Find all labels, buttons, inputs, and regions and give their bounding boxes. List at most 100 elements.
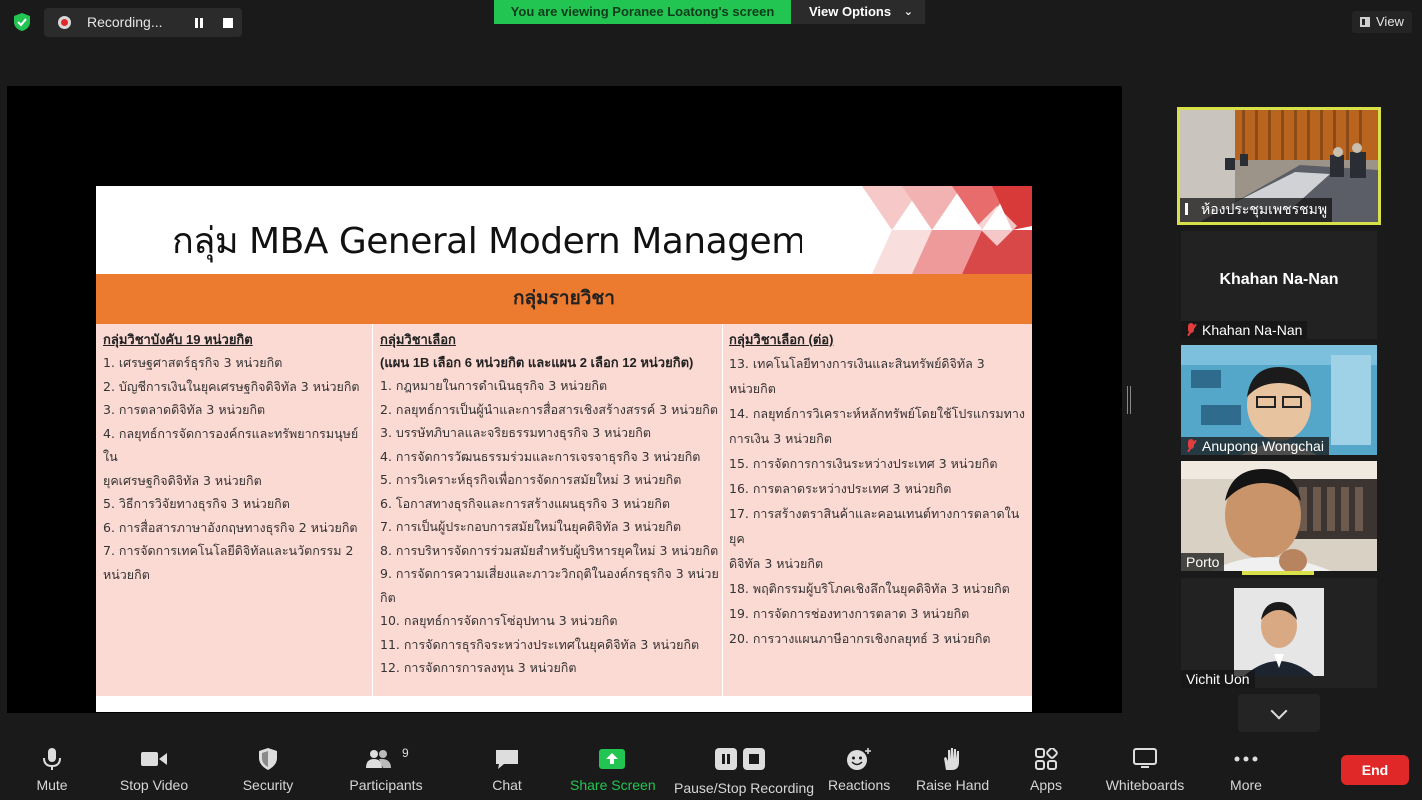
top-bar: Recording... You are viewing Poranee Loa… (0, 0, 1422, 44)
course-item: 12. การจัดการการลงทุน 3 หน่วยกิต (380, 660, 577, 675)
participant-name-label: ห้องประชุมเพชรชมพู (1180, 198, 1333, 222)
raise-hand-icon (944, 748, 959, 770)
pause-recording-icon[interactable] (192, 16, 206, 30)
reactions-smiley-icon (847, 748, 871, 770)
course-item: 15. การจัดการการเงินระหว่างประเทศ 3 หน่ว… (729, 456, 998, 471)
share-screen-label: Share Screen (570, 777, 656, 793)
security-shield-icon (259, 748, 277, 770)
elective-continued-heading: กลุ่มวิชาเลือก (ต่อ) (729, 332, 834, 347)
participant-tile[interactable]: Vichit Uon (1181, 578, 1377, 688)
more-button[interactable]: More (1224, 740, 1268, 800)
participant-tile[interactable]: Porto (1181, 461, 1377, 571)
view-options-label: View Options (809, 4, 892, 19)
course-item: ดิจิทัล 3 หน่วยกิต (729, 556, 824, 571)
share-screen-button[interactable]: Share Screen (570, 740, 656, 800)
reactions-button[interactable]: Reactions (828, 740, 890, 800)
participants-count: 9 (402, 746, 409, 760)
participant-tile[interactable]: ห้องประชุมเพชรชมพู (1177, 107, 1381, 225)
course-item: 10. กลยุทธ์การจัดการโซ่อุปทาน 3 หน่วยกิต (380, 613, 618, 628)
security-button[interactable]: Security (238, 740, 298, 800)
video-camera-icon (141, 752, 167, 766)
participant-name-label: Khahan Na-Nan (1181, 321, 1308, 339)
pause-stop-recording-label: Pause/Stop Recording (674, 780, 815, 796)
participant-tile[interactable]: Anupong Wongchai (1181, 345, 1377, 455)
stop-video-button[interactable]: Stop Video (118, 740, 190, 800)
course-item: 2. บัญชีการเงินในยุคเศรษฐกิจดิจิทัล 3 หน… (103, 378, 360, 394)
course-item: 18. พฤติกรรมผู้บริโภคเชิงลึกในยุคดิจิทัล… (729, 581, 1010, 596)
viewing-screen-banner: You are viewing Poranee Loatong's screen (494, 0, 791, 24)
slide-header: กลุ่ม MBA General Modern Management (96, 186, 1032, 274)
presentation-slide: กลุ่ม MBA General Modern Management กลุ่… (96, 186, 1032, 712)
pause-stop-recording-icon (715, 748, 765, 770)
stop-video-label: Stop Video (119, 777, 189, 793)
course-item: ยุคเศรษฐกิจดิจิทัล 3 หน่วยกิต (103, 472, 262, 488)
course-item: 1. เศรษฐศาสตร์ธุรกิจ 3 หน่วยกิต (103, 355, 283, 370)
meeting-toolbar: Mute Stop Video Security 9 Participants … (0, 740, 1422, 800)
course-group-band: กลุ่มรายวิชา (96, 274, 1032, 324)
whiteboards-button[interactable]: Whiteboards (1104, 740, 1186, 800)
apps-label: Apps (1030, 777, 1062, 793)
apps-button[interactable]: Apps (1024, 740, 1068, 800)
pause-stop-recording-button[interactable]: Pause/Stop Recording (674, 740, 815, 800)
view-button[interactable]: View (1352, 11, 1412, 33)
participant-name-center: Khahan Na-Nan (1219, 271, 1339, 288)
view-grid-icon (1360, 17, 1370, 27)
participants-icon (366, 750, 391, 768)
course-group-label: กลุ่มรายวิชา (513, 288, 615, 309)
scroll-down-button[interactable] (1238, 694, 1320, 732)
recording-indicator: Recording... (44, 8, 242, 37)
whiteboard-icon (1133, 748, 1157, 768)
participant-tile[interactable]: Khahan Na-Nan Khahan Na-Nan (1181, 231, 1377, 339)
course-item: 13. เทคโนโลยีทางการเงินและสินทรัพย์ดิจิท… (729, 356, 985, 396)
participants-label: Participants (349, 777, 423, 793)
participant-name: ห้องประชุมเพชรชมพู (1201, 201, 1328, 217)
security-label: Security (242, 777, 294, 793)
course-item: 7. การจัดการเทคโนโลยีดิจิทัลและนวัตกรรม … (103, 543, 354, 558)
elective-courses-continued-column: กลุ่มวิชาเลือก (ต่อ) 13. เทคโนโลยีทางการ… (722, 324, 1032, 696)
course-item: 17. การสร้างตราสินค้าและคอนเทนต์ทางการตล… (729, 506, 1020, 546)
more-dots-icon (1234, 756, 1258, 762)
elective-courses-heading: กลุ่มวิชาเลือก (380, 332, 456, 347)
share-screen-icon (599, 749, 625, 769)
course-item: 6. โอกาสทางธุรกิจและการสร้างแผนธุรกิจ 3 … (380, 495, 671, 511)
mic-muted-icon (1186, 323, 1196, 337)
end-meeting-button[interactable]: End (1341, 755, 1409, 785)
required-courses-heading: กลุ่มวิชาบังคับ 19 หน่วยกิต (103, 332, 253, 347)
course-item: 11. การจัดการธุรกิจระหว่างประเทศในยุคดิจ… (380, 636, 700, 652)
course-item: 1. กฎหมายในการดำเนินธุรกิจ 3 หน่วยกิต (380, 378, 608, 393)
raise-hand-button[interactable]: Raise Hand (916, 740, 989, 800)
mute-button[interactable]: Mute (24, 740, 80, 800)
mic-muted-icon (1186, 439, 1196, 453)
reactions-label: Reactions (828, 777, 891, 793)
recording-dot-icon (58, 16, 71, 29)
course-item: 20. การวางแผนภาษีอากรเชิงกลยุทธ์ 3 หน่วย… (729, 631, 991, 646)
participants-button[interactable]: 9 Participants (346, 740, 426, 800)
slide-footer (96, 696, 1032, 712)
course-item: 6. การสื่อสารภาษาอังกฤษทางธุรกิจ 2 หน่วย… (103, 519, 358, 535)
course-item: 5. การวิเคราะห์ธุรกิจเพื่อการจัดการสมัยใ… (380, 472, 682, 487)
course-item: กิต (380, 589, 396, 605)
course-item: หน่วยกิต (103, 566, 150, 582)
participant-name: Khahan Na-Nan (1202, 322, 1303, 338)
elective-courses-subheading: (แผน 1B เลือก 6 หน่วยกิต และแผน 2 เลือก … (380, 355, 694, 370)
chat-label: Chat (492, 777, 522, 793)
speaking-indicator (1242, 571, 1314, 575)
course-item: 7. การเป็นผู้ประกอบการสมัยใหม่ในยุคดิจิท… (380, 519, 682, 534)
course-item: 4. การจัดการวัฒนธรรมร่วมและการเจรจาธุรกิ… (380, 448, 701, 464)
panel-resize-handle[interactable] (1127, 386, 1131, 414)
stop-recording-icon[interactable] (223, 18, 233, 28)
participant-name-label: Vichit Uon (1181, 670, 1255, 688)
participant-name-label: Porto (1181, 553, 1225, 571)
view-options-button[interactable]: View Options ⌄ (791, 0, 925, 24)
course-item: 3. บรรษัทภิบาลและจริยธรรมทางธุรกิจ 3 หน่… (380, 425, 651, 440)
whiteboards-label: Whiteboards (1105, 777, 1185, 793)
chat-bubble-icon (496, 750, 518, 769)
apps-icon (1035, 748, 1058, 770)
slide-title: กลุ่ม MBA General Modern Management (172, 221, 864, 262)
participant-name: Vichit Uon (1186, 671, 1250, 687)
course-item: 8. การบริหารจัดการร่วมสมัยสำหรับผู้บริหา… (380, 542, 719, 558)
encryption-shield-icon[interactable] (12, 12, 32, 32)
chat-button[interactable]: Chat (484, 740, 530, 800)
course-item: 2. กลยุทธ์การเป็นผู้นำและการสื่อสารเชิงส… (380, 401, 718, 417)
course-item: 9. การจัดการความเสี่ยงและภาวะวิกฤติในองค… (380, 566, 719, 581)
